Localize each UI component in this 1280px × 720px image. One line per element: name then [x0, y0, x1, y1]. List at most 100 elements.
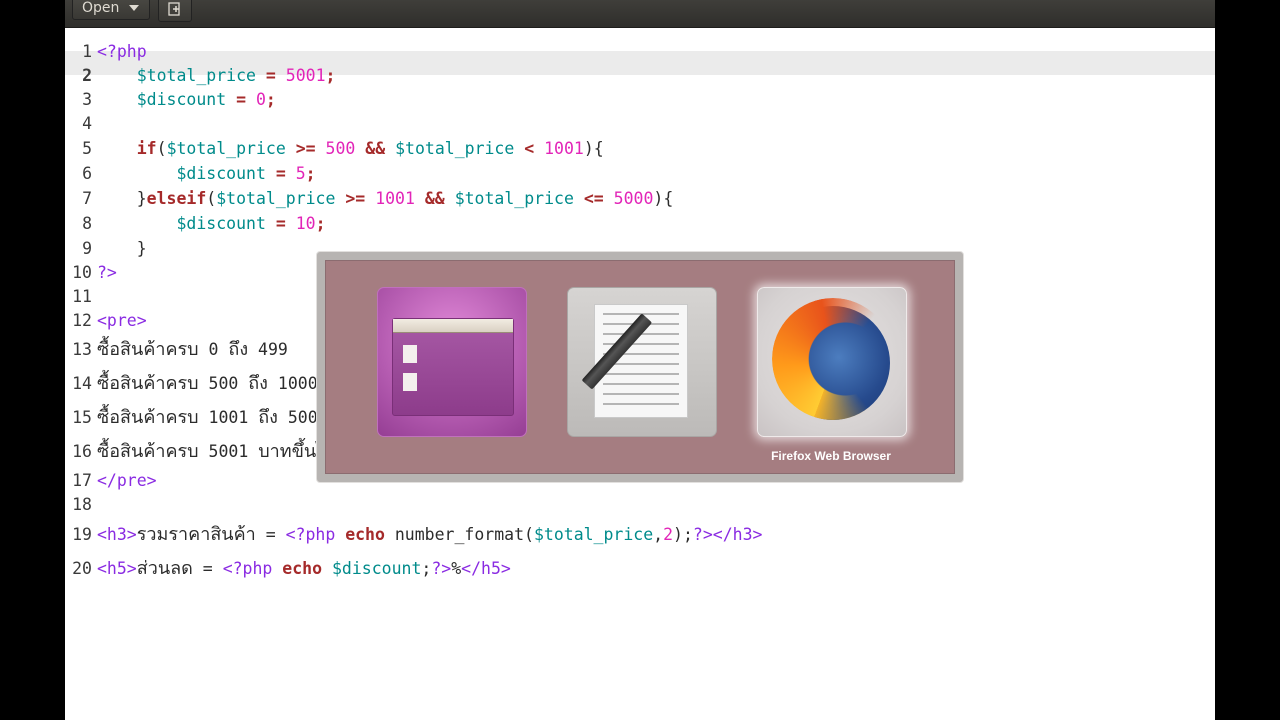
code-token: ;	[421, 559, 432, 578]
open-button[interactable]: Open	[72, 0, 150, 20]
code-line[interactable]: 15 ซื้อสินค้าครบ 1001 ถึง 5000	[65, 406, 327, 430]
code-line[interactable]: 19 <h3>รวมราคาสินค้า = <?php echo number_…	[65, 523, 762, 547]
line-number: 20	[72, 559, 92, 578]
line-number: 17	[72, 471, 92, 490]
code-line[interactable]: 6 $discount = 5;	[65, 162, 316, 186]
files-app-tile[interactable]	[377, 287, 527, 437]
code-token: </h5>	[461, 559, 511, 578]
line-number: 7	[82, 189, 92, 208]
files-icon	[392, 318, 514, 416]
code-token: echo	[345, 525, 385, 544]
line-number: 5	[82, 139, 92, 158]
code-token: 1001	[198, 408, 259, 427]
open-button-label: Open	[82, 0, 120, 16]
code-token: ซื้อสินค้าครบ	[97, 373, 199, 394]
code-token: ซื้อสินค้าครบ	[97, 441, 199, 462]
chevron-down-icon	[129, 5, 140, 11]
code-token: &&	[355, 139, 396, 158]
line-number: 1	[82, 42, 92, 61]
code-token: $discount	[176, 214, 266, 233]
code-token: 5001	[285, 66, 326, 85]
code-token: 1001	[375, 189, 415, 208]
code-token: %	[451, 559, 462, 578]
code-token: $total_price	[454, 189, 574, 208]
line-number: 9	[82, 239, 92, 258]
code-token: รวมราคาสินค้า	[136, 524, 256, 545]
code-line[interactable]: 20 <h5>ส่วนลด = <?php echo $discount;?>%<…	[65, 557, 511, 581]
code-token: ,	[653, 525, 664, 544]
code-line[interactable]: 7 }elseif($total_price >= 1001 && $total…	[65, 187, 673, 211]
new-tab-icon	[168, 2, 180, 16]
code-line[interactable]: 10 ?>	[65, 261, 117, 285]
code-line[interactable]: 5 if($total_price >= 500 && $total_price…	[65, 137, 604, 161]
line-number: 19	[72, 525, 92, 544]
code-line[interactable]: 3 $discount = 0;	[65, 88, 276, 112]
code-token: 0	[255, 90, 266, 109]
code-token: ส่วนลด	[136, 558, 193, 579]
code-line[interactable]: 16 ซื้อสินค้าครบ 5001 บาทขึ้นไป	[65, 440, 337, 464]
code-line[interactable]: 18	[65, 493, 97, 517]
code-line[interactable]: 9 }	[65, 237, 147, 261]
new-tab-button[interactable]	[158, 0, 192, 22]
code-token: <pre>	[97, 311, 147, 330]
firefox-app-tile[interactable]	[757, 287, 907, 437]
code-line[interactable]: 4	[65, 112, 97, 136]
code-line[interactable]: 8 $discount = 10;	[65, 212, 326, 236]
firefox-caption: Firefox Web Browser	[771, 449, 891, 463]
line-number: 3	[82, 90, 92, 109]
code-token: ซื้อสินค้าครบ	[97, 407, 199, 428]
code-line[interactable]: 1 <?php	[65, 40, 147, 64]
text-editor-app-tile[interactable]	[567, 287, 717, 437]
code-token: ;	[315, 214, 326, 233]
code-token: 10	[295, 214, 316, 233]
code-token: 2	[663, 525, 674, 544]
code-line[interactable]: 2 $total_price = 5001;	[65, 64, 335, 88]
code-token: >=	[335, 189, 376, 208]
line-number: 4	[82, 114, 92, 133]
code-token: ;	[305, 164, 316, 183]
code-line[interactable]: 11	[65, 285, 97, 309]
code-token: =	[255, 525, 286, 544]
code-token: ;	[325, 66, 336, 85]
firefox-fox-icon	[772, 298, 894, 420]
code-token: =	[192, 559, 223, 578]
code-line[interactable]: 12 <pre>	[65, 309, 147, 333]
code-token: $discount	[176, 164, 266, 183]
code-token: );	[673, 525, 693, 544]
code-token: ;	[265, 90, 276, 109]
code-token: <	[514, 139, 545, 158]
code-token: 0	[198, 340, 229, 359]
code-token: =	[265, 214, 296, 233]
code-line[interactable]: 13 ซื้อสินค้าครบ 0 ถึง 499	[65, 338, 298, 362]
code-token: =	[226, 90, 256, 109]
line-number: 13	[72, 340, 92, 359]
code-token: <h3>	[97, 525, 137, 544]
code-token: >=	[285, 139, 326, 158]
code-token: $discount	[136, 90, 227, 109]
code-token: ?>	[431, 559, 452, 578]
code-line[interactable]: 14 ซื้อสินค้าครบ 500 ถึง 1000	[65, 372, 328, 396]
app-switcher: Firefox Web Browser	[316, 251, 964, 483]
code-token: <?php	[222, 559, 273, 578]
code-token: }	[97, 239, 147, 258]
code-token: ?></h3>	[692, 525, 763, 544]
app-switcher-panel: Firefox Web Browser	[325, 260, 955, 474]
line-number: 6	[82, 164, 92, 183]
code-token: elseif	[146, 189, 207, 208]
code-token: (	[156, 139, 167, 158]
line-number: 10	[72, 263, 92, 282]
code-token: $total_price	[166, 139, 286, 158]
line-number: 15	[72, 408, 92, 427]
code-token: if	[136, 139, 157, 158]
code-token: 500	[198, 374, 249, 393]
code-token: 1001	[544, 139, 584, 158]
line-number: 18	[72, 495, 92, 514]
code-token: 499	[248, 340, 298, 359]
line-number: 8	[82, 214, 92, 233]
code-token: =	[255, 66, 286, 85]
code-line[interactable]: 17 </pre>	[65, 469, 156, 493]
